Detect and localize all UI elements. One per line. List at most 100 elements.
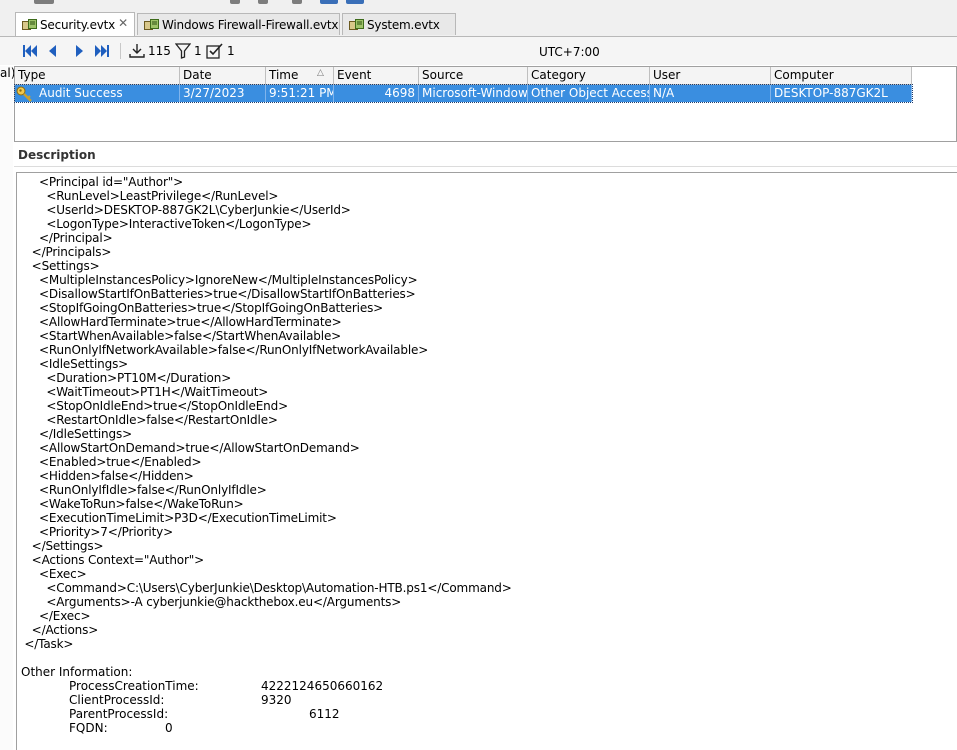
tab-label: Security.evtx	[40, 17, 116, 32]
xml-line: </Settings>	[17, 539, 104, 553]
xml-line: <Settings>	[17, 259, 100, 273]
xml-line: <Duration>PT10M</Duration>	[17, 371, 232, 385]
xml-line: <Priority>7</Priority>	[17, 525, 174, 539]
column-header-computer[interactable]: Computer	[771, 67, 912, 84]
description-divider	[14, 166, 957, 167]
previous-record-icon	[49, 45, 56, 57]
toolbar-fragment	[230, 0, 240, 4]
close-icon[interactable]: ✕	[118, 16, 128, 30]
toolbar-fragment	[258, 0, 268, 4]
event-log-icon	[349, 18, 364, 31]
xml-line: <RunOnlyIfNetworkAvailable>false</RunOnl…	[17, 343, 429, 357]
xml-line: </Principals>	[17, 245, 112, 259]
tab-label: Windows Firewall-Firewall.evtx	[162, 17, 339, 32]
xml-line: <Actions Context="Author">	[17, 553, 205, 567]
timezone-label: UTC+7:00	[539, 45, 600, 59]
event-log-icon	[144, 18, 159, 31]
filter-icon	[175, 43, 191, 59]
toolbar-fragment	[34, 0, 54, 4]
xml-line: <RunLevel>LeastPrivilege</RunLevel>	[17, 189, 279, 203]
grid-header: Type Date Time △ Event Source Category U…	[15, 67, 912, 85]
toolbar-separator	[120, 43, 121, 59]
checked-button[interactable]: 1	[206, 42, 235, 60]
other-info-key: ParentProcessId:	[69, 707, 169, 721]
xml-line: </Principal>	[17, 231, 113, 245]
other-info-value: 9320	[261, 693, 292, 707]
xml-line: <RestartOnIdle>false</RestartOnIdle>	[17, 413, 278, 427]
column-header-date[interactable]: Date	[180, 67, 266, 84]
xml-line: <StopOnIdleEnd>true</StopOnIdleEnd>	[17, 399, 288, 413]
window-top-strip	[0, 0, 957, 10]
next-record-icon	[76, 45, 83, 57]
xml-line: <AllowHardTerminate>true</AllowHardTermi…	[17, 315, 342, 329]
filter-button[interactable]: 1	[175, 42, 202, 60]
xml-line: </Task>	[17, 637, 74, 651]
table-row[interactable]: Audit Success 3/27/2023 9:51:21 PM 4698 …	[14, 84, 913, 103]
column-header-source[interactable]: Source	[419, 67, 528, 84]
first-record-button[interactable]	[22, 42, 38, 60]
other-info-key: FQDN:	[69, 721, 108, 735]
xml-line: <LogonType>InteractiveToken</LogonType>	[17, 217, 312, 231]
left-pane-edge	[0, 66, 13, 750]
xml-line: <WaitTimeout>PT1H</WaitTimeout>	[17, 385, 269, 399]
xml-line: <Hidden>false</Hidden>	[17, 469, 194, 483]
other-info-value: 6112	[309, 707, 340, 721]
other-information-heading: Other Information:	[21, 665, 133, 679]
first-record-icon	[23, 45, 37, 57]
cell-type: Audit Success	[36, 85, 180, 102]
description-text-area[interactable]: <Principal id="Author"> <RunLevel>LeastP…	[16, 172, 957, 750]
column-header-user[interactable]: User	[650, 67, 771, 84]
xml-line: <AllowStartOnDemand>true</AllowStartOnDe…	[17, 441, 360, 455]
cell-date: 3/27/2023	[180, 85, 266, 102]
xml-line: <WakeToRun>false</WakeToRun>	[17, 497, 244, 511]
audit-success-key-icon	[16, 86, 32, 102]
event-count-button[interactable]: 115	[129, 42, 171, 60]
toolbar-fragment	[346, 0, 364, 4]
column-header-category[interactable]: Category	[528, 67, 650, 84]
toolbar-fragment	[320, 0, 338, 4]
checked-count: 1	[227, 44, 235, 58]
tab-windows-firewall-evtx[interactable]: Windows Firewall-Firewall.evtx	[137, 13, 340, 35]
document-tab-bar: Security.evtx ✕ Windows Firewall-Firewal…	[0, 10, 957, 37]
other-info-value: 4222124650660162	[261, 679, 384, 693]
xml-line: <Enabled>true</Enabled>	[17, 455, 202, 469]
cell-time: 9:51:21 PM	[266, 85, 334, 102]
cell-user: N/A	[650, 85, 771, 102]
sort-ascending-icon: △	[317, 68, 324, 78]
xml-line: <DisallowStartIfOnBatteries>true</Disall…	[17, 287, 416, 301]
last-record-button[interactable]	[94, 42, 110, 60]
previous-record-button[interactable]	[48, 42, 58, 60]
xml-line: <IdleSettings>	[17, 357, 129, 371]
column-header-event[interactable]: Event	[334, 67, 419, 84]
checkbox-icon	[206, 43, 223, 59]
last-record-icon	[95, 45, 109, 57]
cell-source: Microsoft-Windows	[419, 85, 528, 102]
xml-line: <StartWhenAvailable>false</StartWhenAvai…	[17, 329, 342, 343]
event-log-icon	[22, 18, 37, 31]
other-info-key: ClientProcessId:	[69, 693, 165, 707]
xml-line: <Command>C:\Users\CyberJunkie\Desktop\Au…	[17, 581, 512, 595]
tab-security-evtx[interactable]: Security.evtx ✕	[15, 12, 135, 36]
cell-category: Other Object Access	[528, 85, 650, 102]
tab-system-evtx[interactable]: System.evtx	[342, 13, 456, 35]
xml-line: <StopIfGoingOnBatteries>true</StopIfGoin…	[17, 301, 384, 315]
xml-line: <Arguments>-A cyberjunkie@hackthebox.eu<…	[17, 595, 402, 609]
xml-line: <UserId>DESKTOP-887GK2L\CyberJunkie</Use…	[17, 203, 351, 217]
toolbar-fragment	[292, 0, 302, 4]
filter-count: 1	[194, 44, 202, 58]
xml-line: <ExecutionTimeLimit>P3D</ExecutionTimeLi…	[17, 511, 337, 525]
xml-line: <RunOnlyIfIdle>false</RunOnlyIfIdle>	[17, 483, 267, 497]
other-info-key: ProcessCreationTime:	[69, 679, 199, 693]
tab-label: System.evtx	[367, 17, 440, 32]
cell-event-id: 4698	[334, 85, 419, 102]
xml-line: <Principal id="Author">	[17, 175, 184, 189]
description-heading: Description	[18, 148, 96, 162]
xml-line: <MultipleInstancesPolicy>IgnoreNew</Mult…	[17, 273, 418, 287]
column-header-type[interactable]: Type	[15, 67, 180, 84]
xml-line: <Exec>	[17, 567, 87, 581]
event-count: 115	[148, 44, 171, 58]
event-list-grid: Type Date Time △ Event Source Category U…	[14, 66, 957, 142]
next-record-button[interactable]	[74, 42, 84, 60]
navigation-toolbar: 115 1 1 UTC+7:00	[0, 37, 957, 65]
xml-line: </Actions>	[17, 623, 99, 637]
